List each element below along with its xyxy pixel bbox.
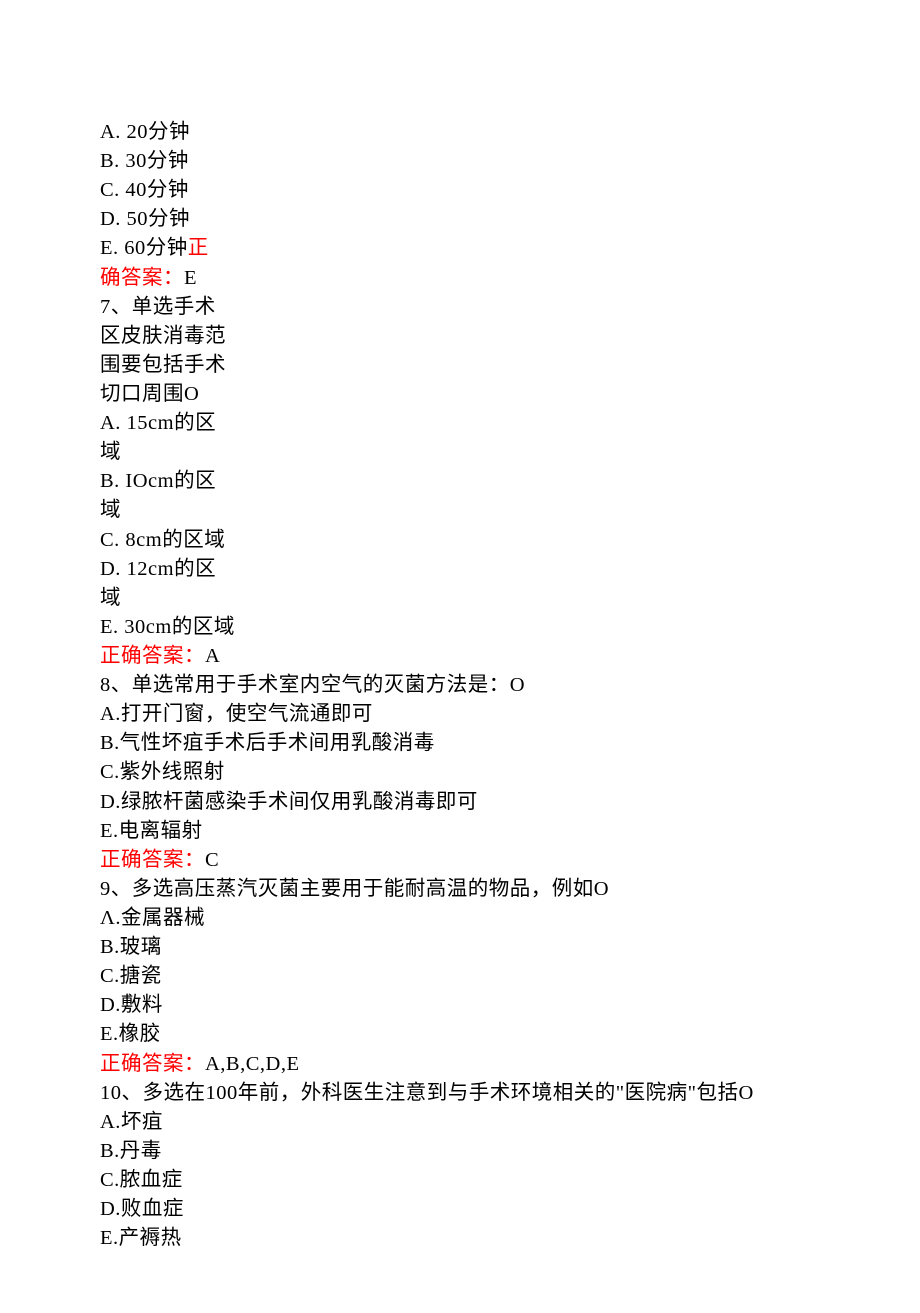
q10-option-c: C.脓血症	[100, 1166, 845, 1195]
q10-option-a: A.坏疽	[100, 1108, 845, 1137]
q7-option-a-l2: 域	[100, 438, 300, 467]
q8-option-e: E.电离辐射	[100, 817, 845, 846]
q6-answer-label: 确答案：	[100, 267, 184, 289]
q7-answer-line: 正确答案：A	[100, 642, 845, 671]
q6-answer-line: 确答案：E	[100, 264, 845, 293]
q7-option-c: C. 8cm的区域	[100, 526, 300, 555]
q7-option-a-l1: A. 15cm的区	[100, 409, 300, 438]
q8-answer-value: C	[205, 849, 219, 871]
q9-answer-label: 正确答案：	[100, 1053, 205, 1075]
q9-option-e: E.橡胶	[100, 1020, 845, 1049]
q8-answer-line: 正确答案：C	[100, 846, 845, 875]
q6-answer-value: E	[184, 267, 197, 289]
q6-option-c: C. 40分钟	[100, 176, 845, 205]
q6-option-b: B. 30分钟	[100, 147, 845, 176]
q9-answer-value: A,B,C,D,E	[205, 1053, 299, 1075]
q8-option-a: A.打开门窗，使空气流通即可	[100, 700, 845, 729]
q9-stem: 9、多选高压蒸汽灭菌主要用于能耐高温的物品，例如O	[100, 875, 845, 904]
q10-stem: 10、多选在100年前，外科医生注意到与手术环境相关的"医院病"包括O	[100, 1079, 845, 1108]
q7-option-d-l1: D. 12cm的区	[100, 555, 300, 584]
q9-answer-line: 正确答案：A,B,C,D,E	[100, 1050, 845, 1079]
q8-answer-label: 正确答案：	[100, 849, 205, 871]
q8-option-c: C.紫外线照射	[100, 758, 845, 787]
q8-stem: 8、单选常用于手术室内空气的灭菌方法是：O	[100, 671, 845, 700]
q6-answer-fragment-1: 正	[188, 237, 209, 259]
q10-option-d: D.败血症	[100, 1195, 845, 1224]
q7-option-d-l2: 域	[100, 584, 300, 613]
q9-option-b: B.玻璃	[100, 933, 845, 962]
q7-stem-l3: 围要包括手术	[100, 351, 300, 380]
q10-option-e: E.产褥热	[100, 1224, 845, 1253]
q7-stem-l4: 切口周围O	[100, 380, 300, 409]
q7-option-b-l1: B. IOcm的区	[100, 467, 300, 496]
q8-option-d: D.绿脓杆菌感染手术间仅用乳酸消毒即可	[100, 788, 845, 817]
q7-option-b-l2: 域	[100, 496, 300, 525]
q7-stem-l2: 区皮肤消毒范	[100, 322, 300, 351]
q6-option-e-text: E. 60分钟	[100, 237, 188, 259]
q7-answer-value: A	[205, 645, 220, 667]
q10-option-b: B.丹毒	[100, 1137, 845, 1166]
q9-option-c: C.搪瓷	[100, 962, 845, 991]
q9-option-d: D.敷料	[100, 991, 845, 1020]
q7-answer-label: 正确答案：	[100, 645, 205, 667]
document-page: A. 20分钟 B. 30分钟 C. 40分钟 D. 50分钟 E. 60分钟正…	[0, 0, 920, 1313]
q6-option-d: D. 50分钟	[100, 205, 845, 234]
q7-stem-l1: 7、单选手术	[100, 293, 300, 322]
q6-option-e: E. 60分钟正	[100, 234, 845, 263]
q9-option-a: Λ.金属器械	[100, 904, 845, 933]
q6-option-a: A. 20分钟	[100, 118, 845, 147]
q8-option-b: B.气性坏疽手术后手术间用乳酸消毒	[100, 729, 845, 758]
q7-option-e: E. 30cm的区域	[100, 613, 845, 642]
